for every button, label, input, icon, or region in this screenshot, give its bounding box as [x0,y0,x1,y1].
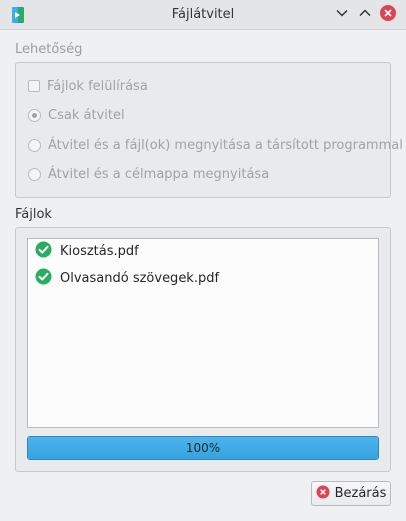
close-button-label: Bezárás [334,486,387,501]
window-close-button[interactable] [379,4,397,26]
radio-selected-icon [28,108,41,122]
overwrite-label: Fájlok felülírása [47,78,148,94]
check-circle-icon [35,241,52,262]
files-group: Kiosztás.pdf Olvasandó szövegek.pdf 100% [15,227,391,472]
list-item[interactable]: Olvasandó szövegek.pdf [35,268,220,289]
checkbox-icon [28,80,40,92]
radio-transfer-only[interactable]: Csak átvitel [28,106,125,124]
radio-label: Átvitel és a célmappa megnyitása [48,166,270,182]
cancel-icon [316,485,330,503]
close-icon [379,4,397,26]
options-group-title: Lehetőség [15,42,83,57]
overwrite-checkbox[interactable]: Fájlok felülírása [28,77,148,95]
maximize-button[interactable] [356,6,374,24]
radio-label: Csak átvitel [48,107,125,123]
options-group: Fájlok felülírása Csak átvitel Átvitel é… [15,62,403,198]
title-bar[interactable]: Fájlátvitel [0,0,406,30]
progress-text: 100% [185,441,221,455]
files-group-title: Fájlok [15,207,52,222]
radio-label: Átvitel és a fájl(ok) megnyitása a társí… [48,137,403,153]
close-button[interactable]: Bezárás [311,481,391,506]
radio-transfer-open-files[interactable]: Átvitel és a fájl(ok) megnyitása a társí… [28,136,403,154]
file-name: Olvasandó szövegek.pdf [60,270,220,286]
chevron-up-icon [358,6,372,24]
radio-icon [28,138,41,152]
radio-transfer-open-folder[interactable]: Átvitel és a célmappa megnyitása [28,165,269,183]
radio-icon [28,167,41,181]
minimize-button[interactable] [333,6,351,24]
file-name: Kiosztás.pdf [60,243,139,259]
list-item[interactable]: Kiosztás.pdf [35,241,139,262]
progress-bar: 100% [27,436,379,460]
check-circle-icon [35,268,52,289]
file-list[interactable]: Kiosztás.pdf Olvasandó szövegek.pdf [27,238,379,428]
chevron-down-icon [335,6,349,24]
file-transfer-window: Fájlátvitel Lehetőség Fájlok felülírása [0,0,406,521]
